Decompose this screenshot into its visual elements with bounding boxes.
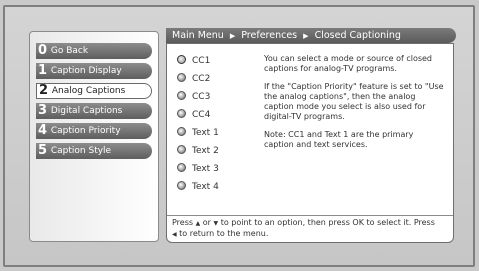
menu-item-number: 1 xyxy=(37,63,48,78)
footer-text: to point to an option, then press OK to … xyxy=(220,218,435,227)
menu-item-number: 4 xyxy=(37,123,48,138)
option-label: Text 4 xyxy=(192,182,219,192)
breadcrumb: Main Menu ▶ Preferences ▶ Closed Caption… xyxy=(166,28,456,43)
option-text2[interactable]: Text 2 xyxy=(177,143,219,159)
option-cc3[interactable]: CC3 xyxy=(177,89,219,105)
radio-icon xyxy=(177,163,186,172)
option-label: Text 1 xyxy=(192,128,219,138)
menu-item-label: Go Back xyxy=(50,46,89,56)
caption-menu: 0 Go Back 1 Caption Display 2 Analog Cap… xyxy=(36,43,152,163)
help-text: You can select a mode or source of close… xyxy=(264,54,444,158)
footer-text: or xyxy=(202,218,211,227)
option-label: Text 2 xyxy=(192,146,219,156)
radio-icon xyxy=(177,127,186,136)
divider xyxy=(167,215,453,216)
caption-options: CC1 CC2 CC3 CC4 Text 1 Text 2 Text 3 Tex… xyxy=(177,53,219,197)
breadcrumb-preferences[interactable]: Preferences xyxy=(241,30,297,41)
breadcrumb-closed-captioning: Closed Captioning xyxy=(314,30,401,41)
option-text1[interactable]: Text 1 xyxy=(177,125,219,141)
option-cc4[interactable]: CC4 xyxy=(177,107,219,123)
menu-item-caption-priority[interactable]: 4 Caption Priority xyxy=(36,123,152,139)
left-arrow-icon: ◀ xyxy=(172,231,177,238)
radio-icon xyxy=(177,55,186,64)
option-text4[interactable]: Text 4 xyxy=(177,179,219,195)
menu-item-label: Digital Captions xyxy=(50,106,123,116)
option-label: CC4 xyxy=(192,110,211,120)
menu-item-digital-captions[interactable]: 3 Digital Captions xyxy=(36,103,152,119)
radio-icon xyxy=(177,73,186,82)
option-label: CC1 xyxy=(192,56,211,66)
radio-icon xyxy=(177,91,186,100)
option-cc2[interactable]: CC2 xyxy=(177,71,219,87)
down-arrow-icon: ▼ xyxy=(213,220,219,227)
menu-item-go-back[interactable]: 0 Go Back xyxy=(36,43,152,59)
breadcrumb-main-menu[interactable]: Main Menu xyxy=(172,30,224,41)
breadcrumb-separator-icon: ▶ xyxy=(229,32,236,40)
menu-item-label: Analog Captions xyxy=(51,86,126,96)
menu-item-caption-style[interactable]: 5 Caption Style xyxy=(36,143,152,159)
option-label: CC3 xyxy=(192,92,211,102)
option-cc1[interactable]: CC1 xyxy=(177,53,219,69)
menu-item-analog-captions[interactable]: 2 Analog Captions xyxy=(36,83,152,99)
breadcrumb-separator-icon: ▶ xyxy=(303,32,309,40)
footer-instructions: Press ▲ or ▼ to point to an option, then… xyxy=(172,218,442,240)
radio-icon xyxy=(177,181,186,190)
help-paragraph: Note: CC1 and Text 1 are the primary cap… xyxy=(264,130,414,149)
menu-item-caption-display[interactable]: 1 Caption Display xyxy=(36,63,152,79)
help-paragraph: If the "Caption Priority" feature is set… xyxy=(264,82,444,121)
menu-item-number: 3 xyxy=(37,103,48,118)
menu-item-number: 5 xyxy=(37,143,48,158)
footer-text: to return to the menu. xyxy=(179,229,269,238)
menu-item-label: Caption Style xyxy=(50,146,112,156)
option-label: Text 3 xyxy=(192,164,219,174)
option-text3[interactable]: Text 3 xyxy=(177,161,219,177)
menu-item-label: Caption Display xyxy=(50,66,122,76)
footer-text: Press xyxy=(172,218,194,227)
radio-icon xyxy=(177,145,186,154)
help-paragraph: You can select a mode or source of close… xyxy=(264,54,433,73)
menu-item-number: 2 xyxy=(38,83,49,98)
radio-icon xyxy=(177,109,186,118)
options-panel: CC1 CC2 CC3 CC4 Text 1 Text 2 Text 3 Tex… xyxy=(166,43,454,243)
menu-item-number: 0 xyxy=(37,43,48,58)
up-arrow-icon: ▲ xyxy=(195,220,201,227)
menu-item-label: Caption Priority xyxy=(50,126,121,136)
option-label: CC2 xyxy=(192,74,211,84)
